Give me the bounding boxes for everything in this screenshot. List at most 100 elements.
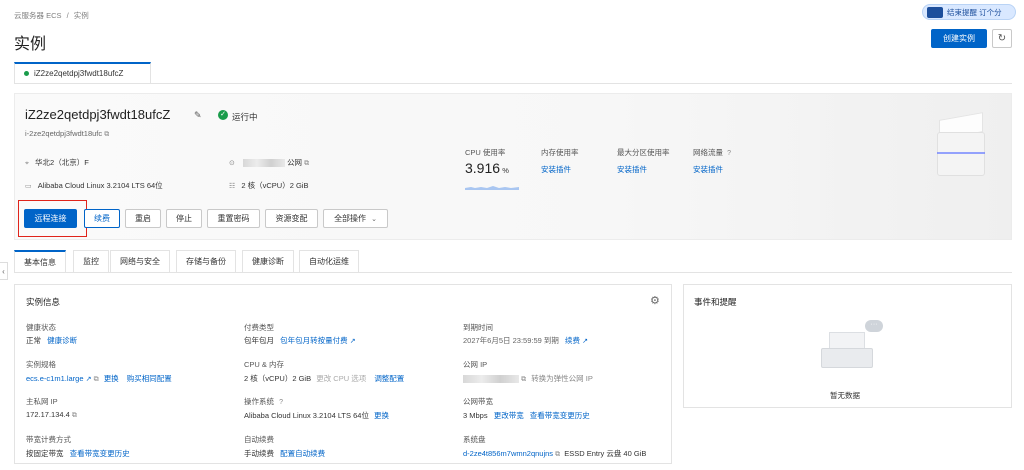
section-tab-line <box>14 272 1012 273</box>
change-os-link[interactable]: 更换 <box>374 411 389 420</box>
auto-renew-value: 手动续费 配置自动续费 <box>244 449 326 458</box>
system-disk-label: 系统盘 <box>463 435 486 444</box>
renew-button[interactable]: 续费 <box>84 209 120 228</box>
spec-info: ☷ 2 核（vCPU）2 GiB <box>229 181 309 190</box>
cpu-sparkline <box>465 186 519 190</box>
disk-install-link[interactable]: 安装插件 <box>617 164 647 175</box>
tab-network-security[interactable]: 网络与安全 <box>110 250 170 272</box>
promo-pill[interactable]: 结束提醒 订个分 <box>922 4 1016 20</box>
instance-id: i-2ze2qetdpj3fwdt18ufc ⧉ <box>25 129 110 139</box>
buy-same-config-link[interactable]: 购买相同配置 <box>127 374 172 383</box>
tab-health-diagnosis[interactable]: 健康诊断 <box>242 250 294 272</box>
cpu-mem-label: CPU & 内存 <box>244 360 285 369</box>
instance-tab[interactable]: iZ2ze2qetdpj3fwdt18ufcZ <box>14 62 151 84</box>
running-dot-icon <box>24 71 29 76</box>
system-disk-value: d-2ze4t856m7wmn2qnujns ⧉ ESSD Entry 云盘 4… <box>463 449 647 459</box>
copy-icon[interactable]: ⧉ <box>555 451 560 459</box>
status-ok-icon: ✓ <box>218 110 228 120</box>
external-link-icon: ↗ <box>582 338 588 345</box>
bandwidth-history-link[interactable]: 查看带宽变更历史 <box>530 411 590 420</box>
edit-icon[interactable]: ✎ <box>194 110 202 121</box>
region: ⌖ 华北2（北京）F <box>25 158 89 167</box>
copy-icon[interactable]: ⧉ <box>304 160 309 168</box>
cpu-value: 3.916 % <box>465 160 509 176</box>
convert-payg-link[interactable]: 包年包月转按量付费 <box>280 336 348 345</box>
os-info: ▭ Alibaba Cloud Linux 3.2104 LTS 64位 <box>25 181 163 190</box>
all-operations-button[interactable]: 全部操作 ⌄ <box>323 209 388 228</box>
breadcrumb: 云服务器 ECS / 实例 <box>14 11 89 20</box>
public-ip-label: 公网 IP <box>463 360 488 369</box>
billing-method-label: 带宽计费方式 <box>26 435 71 444</box>
copy-icon[interactable]: ⧉ <box>94 376 99 384</box>
breadcrumb-root[interactable]: 云服务器 ECS <box>14 11 62 20</box>
events-empty-text: 暂无数据 <box>830 391 860 400</box>
change-spec-link[interactable]: 更换 <box>104 374 119 383</box>
public-ip-value: ⧉ 转换为弹性公网 IP <box>463 373 593 384</box>
stop-button[interactable]: 停止 <box>166 209 202 228</box>
tab-storage-backup[interactable]: 存储与备份 <box>176 250 236 272</box>
spec-link[interactable]: ecs.e-c1m1.large <box>26 374 84 383</box>
refresh-button[interactable]: ↻ <box>992 29 1012 48</box>
refresh-icon: ↻ <box>997 33 1007 44</box>
os-value: Alibaba Cloud Linux 3.2104 LTS 64位 更换 <box>244 411 390 420</box>
restart-button[interactable]: 重启 <box>125 209 161 228</box>
server-cube-graphic <box>933 112 989 180</box>
expire-value: 2027年6月5日 23:59:59 到期 续费 ↗ <box>463 336 588 345</box>
os-icon: ▭ <box>25 183 32 190</box>
renew-link[interactable]: 续费 <box>565 336 580 345</box>
copy-icon[interactable]: ⧉ <box>104 131 109 139</box>
private-ip-value: 172.17.134.4 ⧉ <box>26 410 77 420</box>
spec-label: 实例规格 <box>26 360 56 369</box>
change-spec-button[interactable]: 资源变配 <box>265 209 318 228</box>
auto-renew-label: 自动续费 <box>244 435 274 444</box>
empty-inbox-icon: ··· <box>817 320 883 370</box>
billing-method-value: 按固定带宽 查看带宽变更历史 <box>26 449 130 458</box>
net-label: 网络流量 ? <box>693 148 731 157</box>
help-icon[interactable]: ? <box>727 150 731 157</box>
ip-icon: ⊙ <box>229 160 235 167</box>
health-label: 健康状态 <box>26 323 56 332</box>
page-title: 实例 <box>14 36 47 53</box>
external-link-icon: ↗ <box>349 338 356 345</box>
configure-auto-renew-link[interactable]: 配置自动续费 <box>280 449 325 458</box>
sidebar-collapse-handle[interactable]: ‹ <box>0 262 8 280</box>
disk-label: 最大分区使用率 <box>617 148 670 157</box>
change-bandwidth-link[interactable]: 更改带宽 <box>494 411 524 420</box>
tab-automation[interactable]: 自动化运维 <box>299 250 359 272</box>
breadcrumb-current: 实例 <box>73 11 89 20</box>
tab-divider <box>14 83 1012 84</box>
health-value: 正常 健康诊断 <box>26 336 78 345</box>
mem-install-link[interactable]: 安装插件 <box>541 164 571 175</box>
net-install-link[interactable]: 安装插件 <box>693 164 723 175</box>
masked-ip <box>463 375 519 384</box>
copy-icon[interactable]: ⧉ <box>521 376 526 384</box>
system-disk-link[interactable]: d-2ze4t856m7wmn2qnujns <box>463 449 553 458</box>
spec-value: ecs.e-c1m1.large ↗ ⧉ 更换 购买相同配置 <box>26 373 172 384</box>
tab-monitor[interactable]: 监控 <box>73 250 109 272</box>
expire-label: 到期时间 <box>463 323 493 332</box>
settings-gear-icon[interactable]: ⚙ <box>650 294 660 307</box>
location-icon: ⌖ <box>25 160 29 167</box>
promo-icon <box>927 6 943 18</box>
external-link-icon: ↗ <box>85 376 92 383</box>
help-icon[interactable]: ? <box>279 399 283 406</box>
chevron-down-icon: ⌄ <box>371 215 377 223</box>
reset-password-button[interactable]: 重置密码 <box>207 209 260 228</box>
public-ip: ⊙ 公网 ⧉ <box>229 158 310 168</box>
private-ip-label: 主私网 IP <box>26 397 58 406</box>
masked-ip <box>242 159 285 168</box>
billing-history-link[interactable]: 查看带宽变更历史 <box>70 449 130 458</box>
adjust-config-link[interactable]: 调整配置 <box>374 374 404 383</box>
copy-icon[interactable]: ⧉ <box>72 412 77 420</box>
bandwidth-label: 公网带宽 <box>463 397 493 406</box>
os-label: 操作系统 ? <box>244 397 283 406</box>
remote-connect-highlight <box>18 200 87 237</box>
events-title: 事件和提醒 <box>694 297 737 307</box>
tab-basic-info[interactable]: 基本信息 <box>14 250 66 273</box>
status-text: 运行中 <box>232 112 258 122</box>
create-instance-button[interactable]: 创建实例 <box>931 29 987 48</box>
health-diagnosis-link[interactable]: 健康诊断 <box>47 336 77 345</box>
cpu-mem-value: 2 核（vCPU）2 GiB 更改 CPU 选项 调整配置 <box>244 374 405 383</box>
instance-info-title: 实例信息 <box>26 297 61 307</box>
instance-name: iZ2ze2qetdpj3fwdt18ufcZ <box>25 107 171 122</box>
